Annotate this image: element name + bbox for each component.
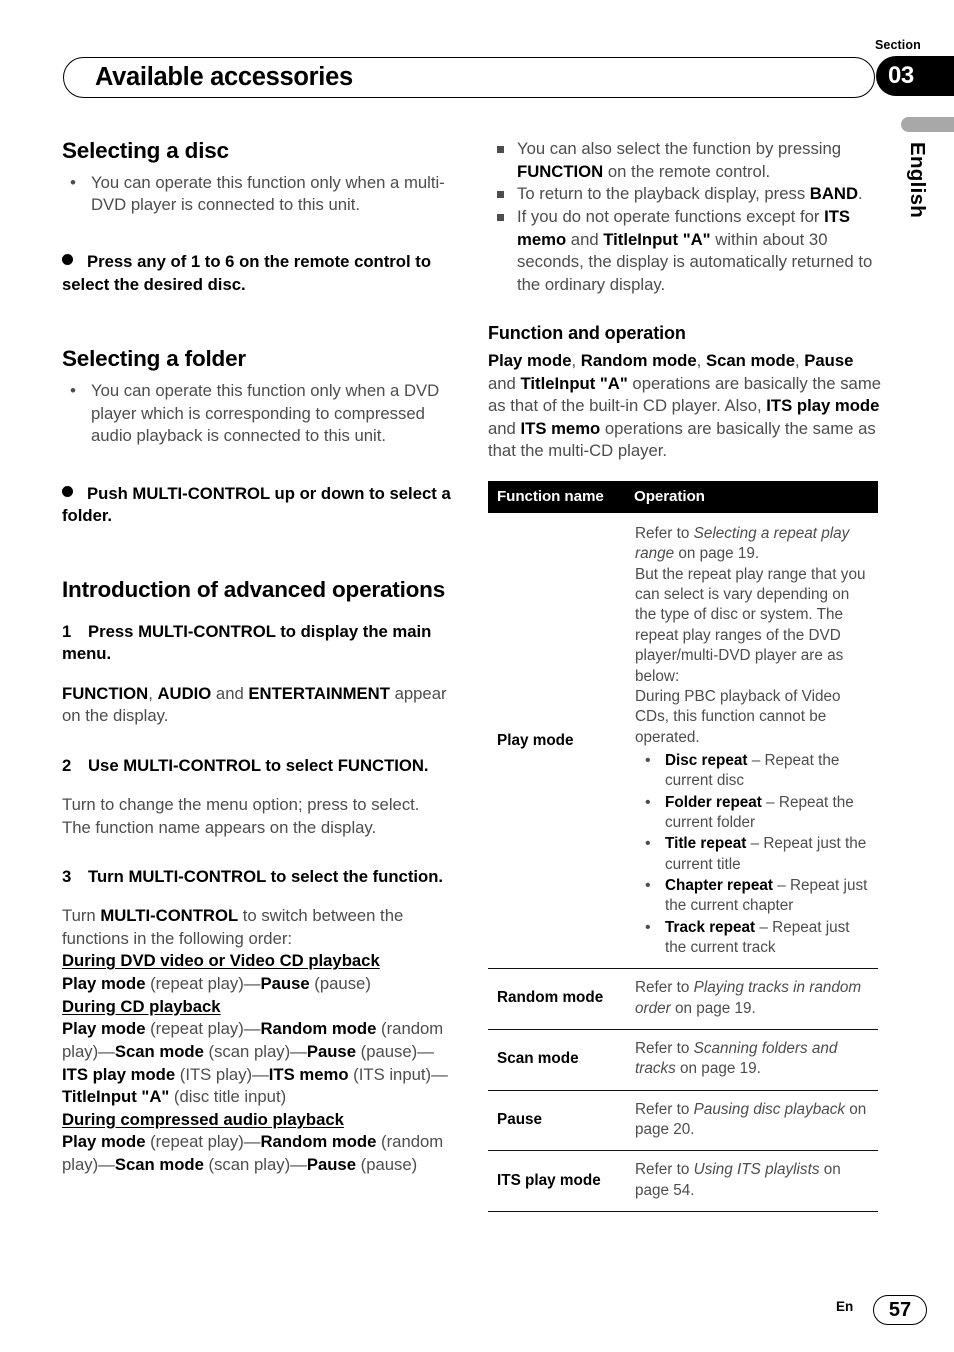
- list-item: You can operate this function only when …: [62, 379, 455, 448]
- function-and-operation-body: Play mode, Random mode, Scan mode, Pause…: [488, 350, 882, 461]
- page-title-pill: Available accessories: [63, 57, 875, 98]
- right-column: You can also select the function by pres…: [488, 138, 882, 1213]
- step-2-body-2: The function name appears on the display…: [62, 817, 377, 837]
- step-number: 2: [62, 755, 72, 775]
- row-operation: Refer to Scanning folders and tracks on …: [625, 1029, 878, 1091]
- order-list-group: During DVD video or Video CD playback Pl…: [62, 950, 455, 995]
- step-2: 2 Use MULTI-CONTROL to select FUNCTION.: [62, 755, 455, 778]
- selecting-folder-bullets: You can operate this function only when …: [62, 379, 455, 448]
- list-item: Title repeat – Repeat just the current t…: [635, 833, 870, 875]
- action-select-folder: Push MULTI-CONTROL up or down to select …: [62, 483, 455, 528]
- list-item: Disc repeat – Repeat the current disc: [635, 750, 870, 792]
- row-operation: Refer to Using ITS playlists on page 54.: [625, 1150, 878, 1213]
- row-function-name: Pause: [488, 1090, 625, 1152]
- list-item: You can operate this function only when …: [62, 171, 455, 217]
- table-row: ITS play mode Refer to Using ITS playlis…: [488, 1150, 878, 1213]
- function-order-lists: During DVD video or Video CD playback Pl…: [62, 950, 455, 1176]
- row-operation-bullets: Disc repeat – Repeat the current disc Fo…: [635, 750, 870, 959]
- footer-language-code: En: [836, 1299, 854, 1314]
- selecting-disc-bullets: You can operate this function only when …: [62, 171, 455, 217]
- row-function-name: ITS play mode: [488, 1150, 625, 1213]
- step-title: Use MULTI-CONTROL to select FUNCTION.: [88, 755, 429, 775]
- list-item: You can also select the function by pres…: [488, 138, 881, 183]
- notes-list: You can also select the function by pres…: [488, 138, 881, 296]
- order-list-group: During compressed audio playback Play mo…: [62, 1109, 455, 1177]
- order-list-sequence: Play mode (repeat play)—Pause (pause): [62, 974, 371, 994]
- step-number: 3: [62, 866, 72, 886]
- step-title: Turn MULTI-CONTROL to select the functio…: [88, 866, 444, 886]
- function-operation-table: Function name Operation Play mode Refer …: [488, 481, 878, 1213]
- heading-selecting-a-folder: Selecting a folder: [62, 346, 246, 372]
- table-row: Scan mode Refer to Scanning folders and …: [488, 1029, 878, 1091]
- row-operation: Refer to Pausing disc playback on page 2…: [625, 1090, 878, 1152]
- column-header-function-name: Function name: [488, 481, 625, 514]
- action-bullet-icon: [62, 485, 73, 497]
- heading-selecting-a-disc: Selecting a disc: [62, 138, 229, 163]
- heading-function-and-operation: Function and operation: [488, 323, 686, 344]
- action-text: Push MULTI-CONTROL up or down to select …: [62, 483, 451, 526]
- step-3-body: Turn MULTI-CONTROL to switch between the…: [62, 906, 404, 948]
- row-operation-text: Refer to Selecting a repeat play range o…: [635, 525, 866, 746]
- page-number-badge: 57: [873, 1295, 927, 1325]
- list-item: Folder repeat – Repeat the current folde…: [635, 792, 870, 834]
- column-header-operation: Operation: [625, 481, 878, 514]
- order-list-heading: During DVD video or Video CD playback: [62, 951, 380, 971]
- list-item: To return to the playback display, press…: [488, 183, 881, 206]
- step-2-body-1: Turn to change the menu option; press to…: [62, 794, 420, 814]
- table-row: Play mode Refer to Selecting a repeat pl…: [488, 513, 878, 970]
- order-list-heading: During compressed audio playback: [62, 1109, 344, 1129]
- order-list-heading: During CD playback: [62, 996, 221, 1016]
- step-1: 1 Press MULTI-CONTROL to display the main…: [62, 621, 455, 666]
- page-title: Available accessories: [95, 63, 353, 91]
- row-function-name: Random mode: [488, 968, 625, 1030]
- action-select-disc: Press any of 1 to 6 on the remote contro…: [62, 251, 455, 296]
- step-3: 3 Turn MULTI-CONTROL to select the functi…: [62, 866, 455, 889]
- action-bullet-icon: [62, 254, 73, 266]
- left-column: Selecting a disc You can operate this fu…: [62, 138, 455, 1177]
- row-function-name: Scan mode: [488, 1029, 625, 1091]
- row-function-name: Play mode: [488, 513, 625, 970]
- order-list-sequence: Play mode (repeat play)—Random mode (ran…: [62, 1019, 448, 1107]
- action-text: Press any of 1 to 6 on the remote contro…: [62, 252, 432, 295]
- table-header-row: Function name Operation: [488, 481, 878, 514]
- table-row: Random mode Refer to Playing tracks in r…: [488, 968, 878, 1030]
- list-item: Chapter repeat – Repeat just the current…: [635, 875, 870, 917]
- step-number: 1: [62, 621, 72, 641]
- section-label: Section: [875, 38, 921, 52]
- step-title: Press MULTI-CONTROL to display the main …: [62, 621, 432, 664]
- language-label: English: [906, 142, 929, 219]
- row-operation: Refer to Playing tracks in random order …: [625, 968, 878, 1030]
- step-1-body: FUNCTION, AUDIO and ENTERTAINMENT appear…: [62, 683, 447, 726]
- language-accent-bar: [901, 117, 954, 132]
- table-row: Pause Refer to Pausing disc playback on …: [488, 1090, 878, 1152]
- list-item: Track repeat – Repeat just the current t…: [635, 917, 870, 959]
- section-number-tab: 03: [876, 56, 954, 96]
- order-list-sequence: Play mode (repeat play)—Random mode (ran…: [62, 1132, 444, 1175]
- order-list-group: During CD playback Play mode (repeat pla…: [62, 996, 455, 1109]
- row-operation: Refer to Selecting a repeat play range o…: [625, 513, 878, 970]
- heading-introduction-of-advanced-operations: Introduction of advanced operations: [62, 577, 446, 603]
- list-item: If you do not operate functions except f…: [488, 206, 881, 297]
